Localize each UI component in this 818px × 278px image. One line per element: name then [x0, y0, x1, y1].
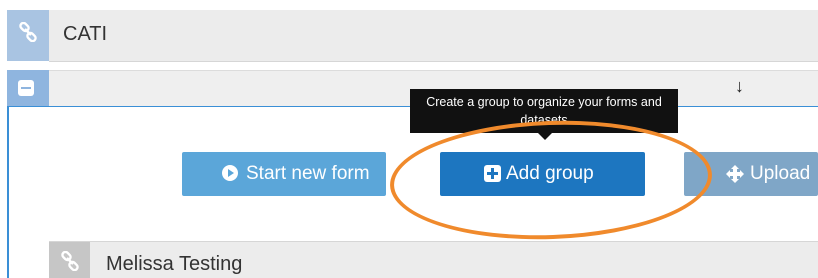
sort-arrow-icon[interactable]: ↓ — [735, 76, 744, 97]
group-row-cati[interactable]: CATI — [49, 10, 818, 62]
start-new-form-label: Start new form — [246, 163, 370, 184]
upload-label: Upload — [750, 163, 811, 184]
collapse-minus-icon[interactable] — [18, 80, 34, 96]
link-icon — [61, 251, 79, 271]
play-circle-icon — [222, 165, 238, 181]
start-new-form-button[interactable]: Start new form — [182, 152, 386, 196]
move-arrows-icon — [726, 165, 744, 183]
group-title: CATI — [63, 23, 108, 45]
group-title: Melissa Testing — [106, 253, 243, 275]
group-row-melissa[interactable]: Melissa Testing — [49, 241, 818, 278]
link-icon[interactable] — [18, 22, 38, 42]
group-link-box[interactable] — [49, 242, 90, 278]
